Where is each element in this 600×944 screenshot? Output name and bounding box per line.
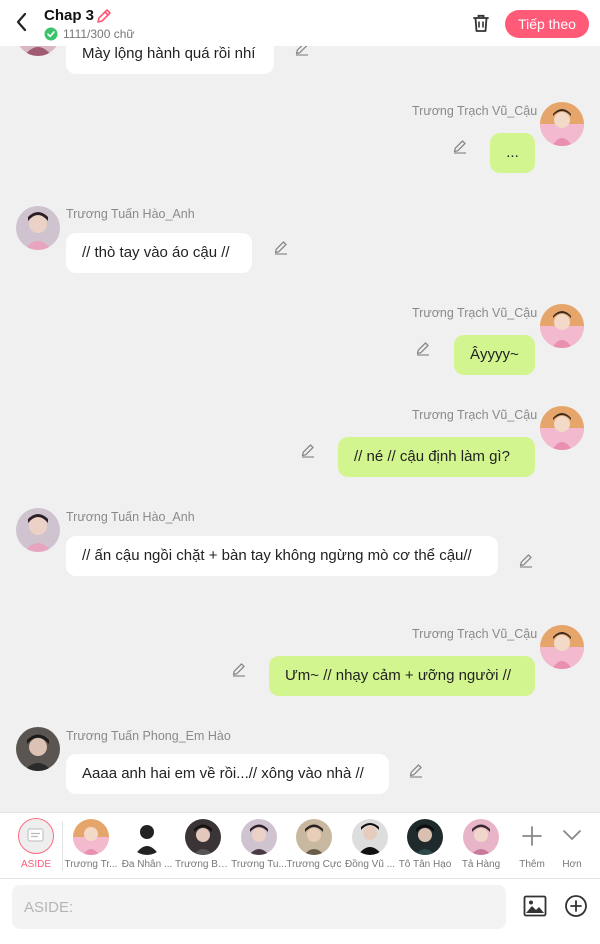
character-item[interactable]: Trương Tr... <box>63 819 119 877</box>
character-label: Tả Hàng <box>461 859 501 870</box>
more-label: Thêm <box>519 859 545 870</box>
pencil-icon[interactable] <box>518 552 534 568</box>
character-name: Trương Tuấn Hào_Anh <box>66 207 195 221</box>
message-input[interactable] <box>12 885 506 929</box>
message-bubble[interactable]: // thò tay vào áo cậu // <box>66 233 252 273</box>
avatar <box>129 819 165 855</box>
character-label: Đồng Vũ ... <box>344 859 396 870</box>
chapter-title: Chap 3 <box>44 7 95 24</box>
top-bar: Chap 3 1111/300 chữ Tiếp theo <box>0 0 600 46</box>
character-name: Trương Trạch Vũ_Cậu <box>412 408 538 422</box>
plus-circle-icon[interactable] <box>563 893 589 919</box>
avatar <box>407 819 443 855</box>
character-label: Trương Cực <box>286 859 342 870</box>
character-item[interactable]: Trương Bả... <box>175 819 231 877</box>
avatar[interactable] <box>16 206 60 250</box>
chevron-down-icon <box>563 830 581 840</box>
pencil-icon[interactable] <box>300 442 316 458</box>
word-count: 1111/300 chữ <box>63 27 135 41</box>
pencil-icon[interactable] <box>95 7 113 25</box>
avatar[interactable] <box>16 727 60 771</box>
character-label: Tô Tân Hạo <box>398 859 452 870</box>
character-item[interactable]: Tả Hàng <box>453 819 509 877</box>
avatar[interactable] <box>16 508 60 552</box>
character-item[interactable]: Đồng Vũ ... <box>342 819 398 877</box>
trash-icon[interactable] <box>470 12 492 34</box>
character-name: Trương Trạch Vũ_Cậu <box>412 104 538 118</box>
avatar <box>296 819 332 855</box>
plus-icon <box>522 826 542 846</box>
pencil-icon[interactable] <box>231 661 247 677</box>
next-button[interactable]: Tiếp theo <box>505 10 589 38</box>
check-circle-icon <box>44 27 58 41</box>
character-item[interactable]: Đa Nhân ... <box>119 819 175 877</box>
avatar <box>73 819 109 855</box>
avatar[interactable] <box>540 625 584 669</box>
back-arrow-icon[interactable] <box>10 10 34 34</box>
avatar <box>241 819 277 855</box>
aside-icon <box>27 828 44 842</box>
avatar[interactable] <box>16 46 60 56</box>
character-name: Trương Trạch Vũ_Cậu <box>412 627 538 641</box>
message-bubble[interactable]: // ấn cậu ngồi chặt + bàn tay không ngừn… <box>66 536 498 576</box>
message-bubble[interactable]: Âyyyy~ <box>454 335 535 375</box>
character-label: Trương Bả... <box>175 859 231 870</box>
avatar[interactable] <box>540 304 584 348</box>
pencil-icon[interactable] <box>273 239 289 255</box>
message-bubble[interactable]: Ưm~ // nhạy cảm + ưỡng người // <box>269 656 535 696</box>
pencil-icon[interactable] <box>408 762 424 778</box>
add-character-button[interactable]: Thêm <box>510 819 554 877</box>
pencil-icon[interactable] <box>452 138 468 154</box>
character-label: Trương Tr... <box>64 859 118 870</box>
message-bubble[interactable]: Aaaa anh hai em về rồi...// xông vào nhà… <box>66 754 389 794</box>
avatar <box>463 819 499 855</box>
aside-avatar[interactable] <box>18 818 54 854</box>
character-name: Trương Tuấn Hào_Anh <box>66 510 195 524</box>
avatar <box>185 819 221 855</box>
character-bar: Trương Tr... Đa Nhân ... Trương Bả... Tr… <box>0 812 600 878</box>
message-bubble[interactable]: Mày lộng hành quá rồi nhí <box>66 46 274 74</box>
pencil-icon[interactable] <box>294 46 310 56</box>
character-item[interactable]: Trương Tu... <box>231 819 287 877</box>
avatar[interactable] <box>540 102 584 146</box>
chat-area[interactable]: Mày lộng hành quá rồi nhí Trương Trạch V… <box>0 46 600 812</box>
character-name: Trương Trạch Vũ_Cậu <box>412 306 538 320</box>
message-bubble[interactable]: ... <box>490 133 535 173</box>
avatar <box>352 819 388 855</box>
collapse-label: Hơn <box>562 859 582 870</box>
input-bar <box>0 878 600 944</box>
expand-button[interactable]: Hơn <box>550 819 594 877</box>
image-icon[interactable] <box>522 893 548 919</box>
pencil-icon[interactable] <box>415 340 431 356</box>
character-label: Đa Nhân ... <box>121 859 173 870</box>
character-item[interactable]: Trương Cực <box>286 819 342 877</box>
character-label: Trương Tu... <box>231 859 287 870</box>
avatar[interactable] <box>540 406 584 450</box>
aside-label: ASIDE <box>20 859 51 870</box>
character-item[interactable]: Tô Tân Hạo <box>397 819 453 877</box>
character-name: Trương Tuấn Phong_Em Hào <box>66 729 231 743</box>
message-bubble[interactable]: // né // cậu định làm gì? <box>338 437 535 477</box>
